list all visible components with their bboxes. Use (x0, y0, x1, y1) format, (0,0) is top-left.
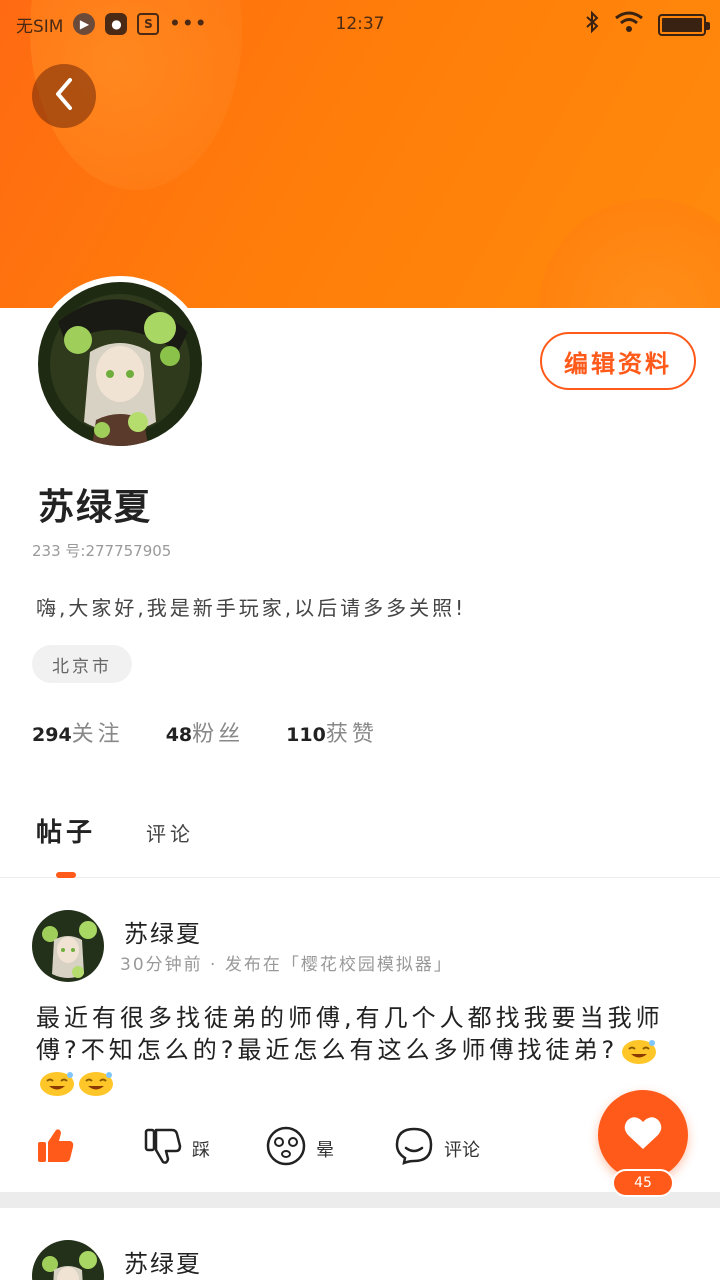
thumbs-up-icon (36, 1126, 76, 1171)
comment-bubble-icon (394, 1126, 434, 1171)
stat-likes-label: 获赞 (325, 722, 378, 747)
sweat-smile-emoji-icon (39, 1069, 75, 1097)
user-id: 233 号:277757905 (32, 542, 172, 560)
stat-likes-count: 110 (286, 724, 326, 746)
post-author-avatar[interactable] (32, 910, 104, 982)
profile-header-banner: 无SIM ▶ ● S ••• 12:37 (0, 0, 720, 308)
profile-stats: 294关注 48粉丝 110获赞 (32, 716, 378, 748)
post-author-name[interactable]: 苏绿夏 (124, 1244, 202, 1279)
dizzy-label: 晕 (316, 1139, 334, 1161)
stat-likes[interactable]: 110获赞 (286, 716, 378, 748)
battery-icon (658, 13, 710, 36)
back-button[interactable] (32, 64, 96, 128)
edit-profile-button[interactable]: 编辑资料 (540, 332, 696, 390)
comment-button[interactable]: 评论 (394, 1126, 480, 1171)
sweat-smile-emoji-icon (621, 1037, 657, 1065)
profile-page: 无SIM ▶ ● S ••• 12:37 编辑资料 苏绿夏 233 号:2777… (0, 0, 720, 1280)
location-tag: 北京市 (32, 645, 132, 683)
heart-icon (623, 1115, 663, 1155)
status-bar: 无SIM ▶ ● S ••• 12:37 (0, 0, 720, 48)
post-content[interactable]: 最近有很多找徒弟的师傅,有几个人都找我要当我师傅?不知怎么的?最近怎么有这么多师… (36, 1002, 686, 1098)
like-total-count: 45 (612, 1169, 674, 1197)
post-divider (0, 1192, 720, 1208)
profile-avatar[interactable] (32, 276, 208, 452)
decor-blob (520, 180, 720, 308)
stat-following-label: 关注 (71, 722, 124, 747)
comment-label: 评论 (444, 1139, 480, 1161)
dizzy-face-icon (266, 1126, 306, 1171)
like-button[interactable] (36, 1126, 86, 1171)
post-meta: 30分钟前 · 发布在「樱花校园模拟器」 (120, 955, 453, 975)
post-text: 最近有很多找徒弟的师傅,有几个人都找我要当我师傅?不知怎么的?最近怎么有这么多师… (36, 1004, 664, 1064)
avatar-image (38, 282, 202, 446)
wifi-icon (614, 11, 644, 38)
bluetooth-icon (584, 10, 600, 39)
tab-comments[interactable]: 评论 (146, 818, 194, 847)
profile-bio: 嗨,大家好,我是新手玩家,以后请多多关照! (36, 596, 467, 620)
stat-following-count: 294 (32, 724, 72, 746)
chevron-left-icon (52, 76, 76, 116)
profile-tabs: 帖子 评论 (0, 800, 720, 878)
dislike-button[interactable]: 踩 (144, 1126, 210, 1171)
profile-name: 苏绿夏 (38, 487, 153, 528)
stat-followers-label: 粉丝 (192, 722, 245, 747)
dislike-label: 踩 (192, 1139, 210, 1161)
floating-like-button[interactable] (598, 1090, 688, 1180)
post-author-avatar[interactable] (32, 1240, 104, 1280)
dizzy-button[interactable]: 晕 (266, 1126, 334, 1171)
post-author-name[interactable]: 苏绿夏 (124, 914, 202, 949)
stat-followers[interactable]: 48粉丝 (166, 716, 244, 748)
sweat-smile-emoji-icon (78, 1069, 114, 1097)
thumbs-down-icon (144, 1126, 182, 1171)
tab-posts[interactable]: 帖子 (36, 812, 96, 849)
stat-followers-count: 48 (165, 724, 193, 746)
stat-following[interactable]: 294关注 (32, 716, 124, 748)
